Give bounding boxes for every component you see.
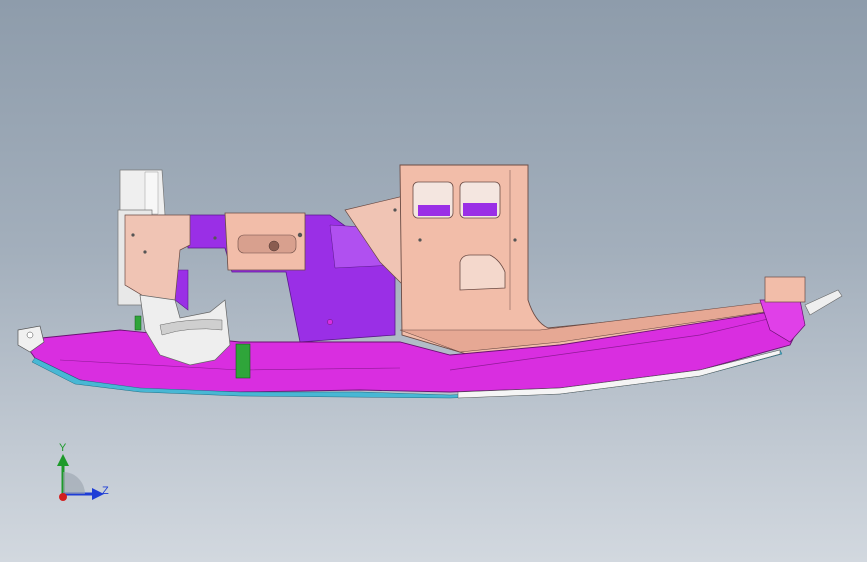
cad-viewport[interactable]: Y Z (0, 0, 867, 562)
vehicle-side-structure-model[interactable] (0, 0, 867, 562)
z-axis-label: Z (102, 485, 109, 497)
axis-triad-icon (57, 454, 104, 501)
axis-triad: Y Z (46, 440, 116, 510)
y-axis-label: Y (59, 442, 67, 454)
